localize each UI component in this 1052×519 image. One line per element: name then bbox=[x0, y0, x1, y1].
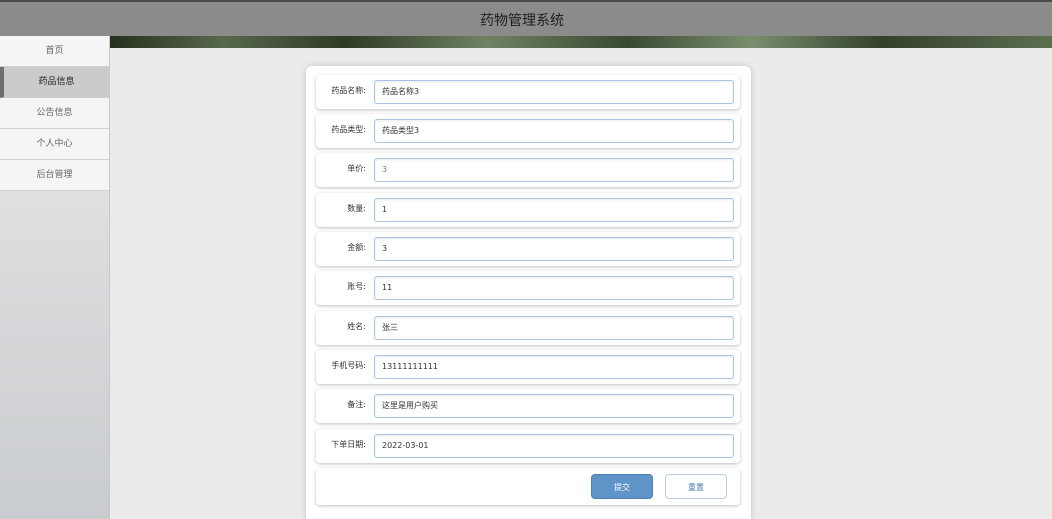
sidebar-item-medicine-info[interactable]: 药品信息 bbox=[0, 67, 109, 98]
amount-field[interactable]: 3 bbox=[374, 237, 734, 261]
form-row-account: 账号: 11 bbox=[316, 271, 740, 305]
field-label: 药品名称: bbox=[331, 86, 366, 95]
form-actions: 提交 重置 bbox=[316, 468, 740, 505]
field-label: 单价: bbox=[347, 164, 366, 173]
order-date-field[interactable]: 2022-03-01 bbox=[374, 434, 734, 458]
form-row-name: 姓名: 张三 bbox=[316, 311, 740, 345]
unit-price-field[interactable]: 3 bbox=[374, 158, 734, 182]
medicine-type-field[interactable]: 药品类型3 bbox=[374, 119, 734, 143]
main-content: 药品名称: 药品名称3 药品类型: 药品类型3 单价: 3 数量: 1 金额: … bbox=[110, 48, 1052, 519]
sidebar-item-personal-center[interactable]: 个人中心 bbox=[0, 129, 109, 160]
reset-button[interactable]: 重置 bbox=[665, 474, 727, 499]
remarks-field[interactable]: 这里是用户购买 bbox=[374, 394, 734, 418]
submit-button[interactable]: 提交 bbox=[591, 474, 653, 499]
sidebar-item-home[interactable]: 首页 bbox=[0, 36, 109, 67]
field-label: 账号: bbox=[347, 282, 366, 291]
header-banner-image bbox=[110, 36, 1052, 48]
form-row-quantity: 数量: 1 bbox=[316, 193, 740, 227]
account-field[interactable]: 11 bbox=[374, 276, 734, 300]
field-label: 数量: bbox=[347, 204, 366, 213]
sidebar: 首页 药品信息 公告信息 个人中心 后台管理 bbox=[0, 36, 110, 519]
sidebar-item-announcements[interactable]: 公告信息 bbox=[0, 98, 109, 129]
sidebar-item-admin[interactable]: 后台管理 bbox=[0, 160, 109, 191]
form-row-amount: 金额: 3 bbox=[316, 232, 740, 266]
order-form: 药品名称: 药品名称3 药品类型: 药品类型3 单价: 3 数量: 1 金额: … bbox=[306, 66, 751, 519]
name-field[interactable]: 张三 bbox=[374, 316, 734, 340]
form-row-medicine-type: 药品类型: 药品类型3 bbox=[316, 114, 740, 148]
form-row-phone: 手机号码: 13111111111 bbox=[316, 350, 740, 384]
field-label: 药品类型: bbox=[331, 125, 366, 134]
form-row-unit-price: 单价: 3 bbox=[316, 153, 740, 187]
field-label: 姓名: bbox=[347, 322, 366, 331]
field-label: 下单日期: bbox=[331, 440, 366, 449]
quantity-field[interactable]: 1 bbox=[374, 198, 734, 222]
phone-field[interactable]: 13111111111 bbox=[374, 355, 734, 379]
form-row-medicine-name: 药品名称: 药品名称3 bbox=[316, 75, 740, 109]
form-row-remarks: 备注: 这里是用户购买 bbox=[316, 389, 740, 423]
field-label: 备注: bbox=[347, 400, 366, 409]
header-bar: 药物管理系统 bbox=[0, 0, 1052, 36]
field-label: 手机号码: bbox=[331, 361, 366, 370]
field-label: 金额: bbox=[347, 243, 366, 252]
app-title: 药物管理系统 bbox=[480, 13, 564, 29]
medicine-name-field[interactable]: 药品名称3 bbox=[374, 80, 734, 104]
form-row-order-date: 下单日期: 2022-03-01 bbox=[316, 429, 740, 463]
